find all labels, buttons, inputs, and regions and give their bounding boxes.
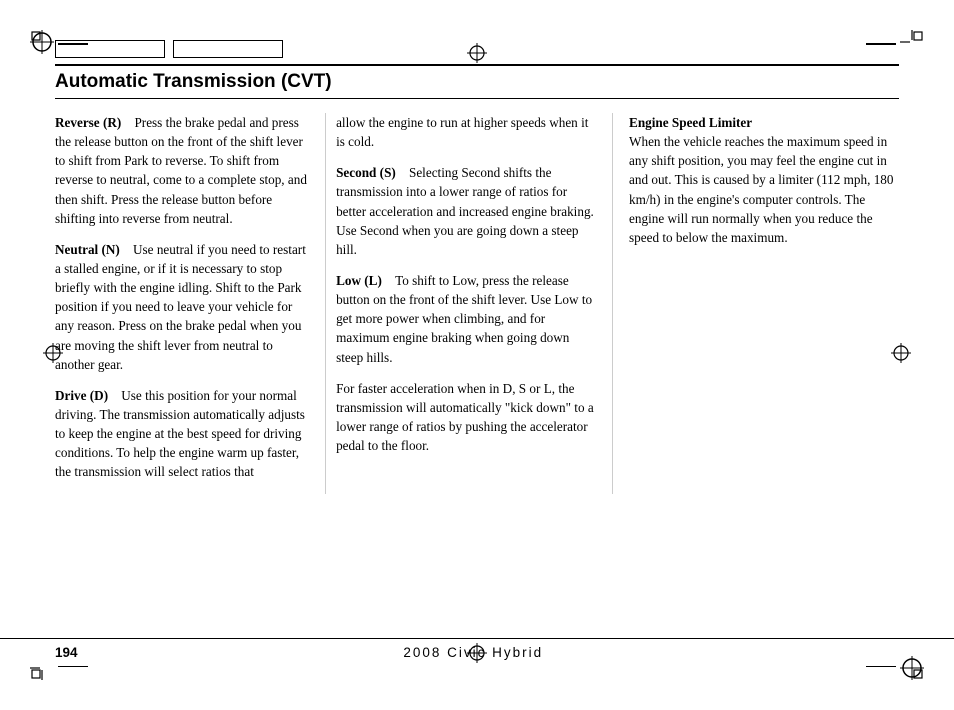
col-right: Engine Speed Limiter When the vehicle re… — [612, 113, 899, 494]
corner-mark-tl — [28, 28, 56, 56]
second-text: Second (S) Selecting Second shifts the t… — [336, 163, 596, 259]
cross-mark-top — [466, 42, 488, 68]
tab-box-2 — [173, 40, 283, 58]
engine-speed-label: Engine Speed Limiter — [629, 115, 752, 130]
side-line-tr — [866, 43, 896, 45]
page-title: Automatic Transmission (CVT) — [55, 71, 332, 92]
cross-mark-right — [890, 342, 912, 368]
side-line-tl — [58, 43, 88, 45]
drive-text: Drive (D) Use this position for your nor… — [55, 386, 309, 482]
col-left: Reverse (R) Press the brake pedal and pr… — [55, 113, 325, 494]
col-mid: allow the engine to run at higher speeds… — [325, 113, 612, 494]
neutral-label: Neutral (N) — [55, 242, 120, 257]
section-engine-speed: Engine Speed Limiter When the vehicle re… — [629, 113, 899, 247]
content-columns: Reverse (R) Press the brake pedal and pr… — [55, 113, 899, 494]
engine-speed-body: When the vehicle reaches the maximum spe… — [629, 134, 893, 245]
section-drive: Drive (D) Use this position for your nor… — [55, 386, 309, 482]
reverse-label: Reverse (R) — [55, 115, 121, 130]
corner-mark-tr — [898, 28, 926, 56]
second-label: Second (S) — [336, 165, 396, 180]
footer-book-title: 2008 Civic Hybrid — [403, 645, 543, 660]
title-row: Automatic Transmission (CVT) — [55, 64, 899, 99]
section-neutral: Neutral (N) Use neutral if you need to r… — [55, 240, 309, 374]
kickdown-text: For faster acceleration when in D, S or … — [336, 379, 596, 456]
footer-page-number: 194 — [55, 645, 78, 660]
neutral-text: Neutral (N) Use neutral if you need to r… — [55, 240, 309, 374]
neutral-body: Use neutral if you need to restart a sta… — [55, 242, 306, 372]
side-line-bl — [58, 666, 88, 668]
low-label: Low (L) — [336, 273, 382, 288]
footer: 194 2008 Civic Hybrid — [0, 638, 954, 660]
drive-label: Drive (D) — [55, 388, 108, 403]
section-second: Second (S) Selecting Second shifts the t… — [336, 163, 596, 259]
reverse-text: Reverse (R) Press the brake pedal and pr… — [55, 113, 309, 228]
side-line-br — [866, 666, 896, 668]
page: Automatic Transmission (CVT) Reverse (R)… — [0, 0, 954, 710]
cross-mark-left — [42, 342, 64, 368]
reverse-body: Press the brake pedal and press the rele… — [55, 115, 307, 226]
engine-speed-text: Engine Speed Limiter When the vehicle re… — [629, 113, 899, 247]
section-kickdown: For faster acceleration when in D, S or … — [336, 379, 596, 456]
drive-continuation: allow the engine to run at higher speeds… — [336, 113, 596, 151]
section-low: Low (L) To shift to Low, press the relea… — [336, 271, 596, 367]
low-text: Low (L) To shift to Low, press the relea… — [336, 271, 596, 367]
section-reverse: Reverse (R) Press the brake pedal and pr… — [55, 113, 309, 228]
